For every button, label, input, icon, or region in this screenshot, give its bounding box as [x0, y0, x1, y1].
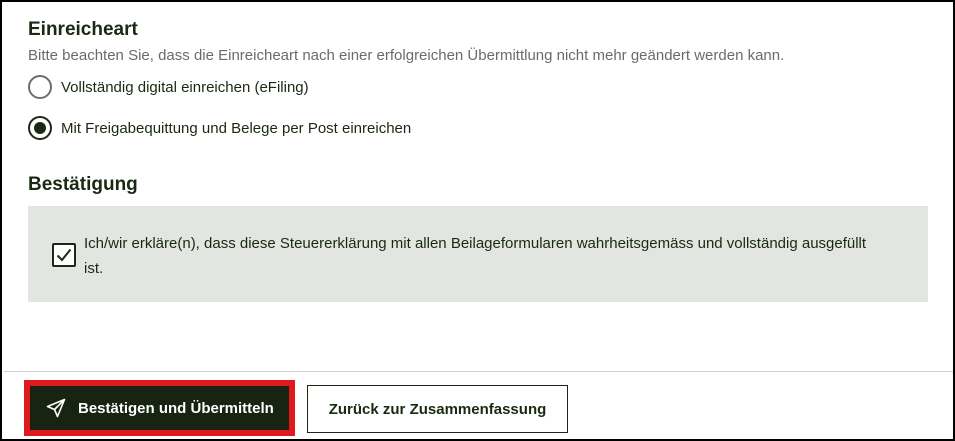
- submit-button-highlight: Bestätigen und Übermitteln: [24, 380, 295, 436]
- form-frame: Einreicheart Bitte beachten Sie, dass di…: [0, 0, 955, 441]
- submit-button-label: Bestätigen und Übermitteln: [78, 399, 274, 417]
- back-to-summary-button[interactable]: Zurück zur Zusammenfassung: [307, 385, 568, 433]
- radio-button-post[interactable]: [28, 116, 52, 140]
- radio-option-efiling[interactable]: Vollständig digital einreichen (eFiling): [28, 75, 309, 99]
- confirmation-checkbox[interactable]: [52, 243, 76, 267]
- footer-divider: [4, 371, 953, 372]
- send-icon: [46, 398, 66, 418]
- radio-label-efiling[interactable]: Vollständig digital einreichen (eFiling): [61, 79, 309, 96]
- confirmation-text[interactable]: Ich/wir erkläre(n), dass diese Steuererk…: [84, 231, 884, 281]
- confirmation-panel: Ich/wir erkläre(n), dass diese Steuererk…: [28, 206, 928, 302]
- radio-label-post[interactable]: Mit Freigabequittung und Belege per Post…: [61, 120, 411, 137]
- radio-button-efiling[interactable]: [28, 75, 52, 99]
- checkmark-icon: [56, 248, 72, 262]
- submit-button[interactable]: Bestätigen und Übermitteln: [30, 386, 289, 430]
- section-title-einreicheart: Einreicheart: [28, 19, 138, 40]
- einreicheart-hint: Bitte beachten Sie, dass die Einreichear…: [28, 47, 785, 64]
- radio-option-post[interactable]: Mit Freigabequittung und Belege per Post…: [28, 116, 411, 140]
- section-title-bestaetigung: Bestätigung: [28, 174, 138, 195]
